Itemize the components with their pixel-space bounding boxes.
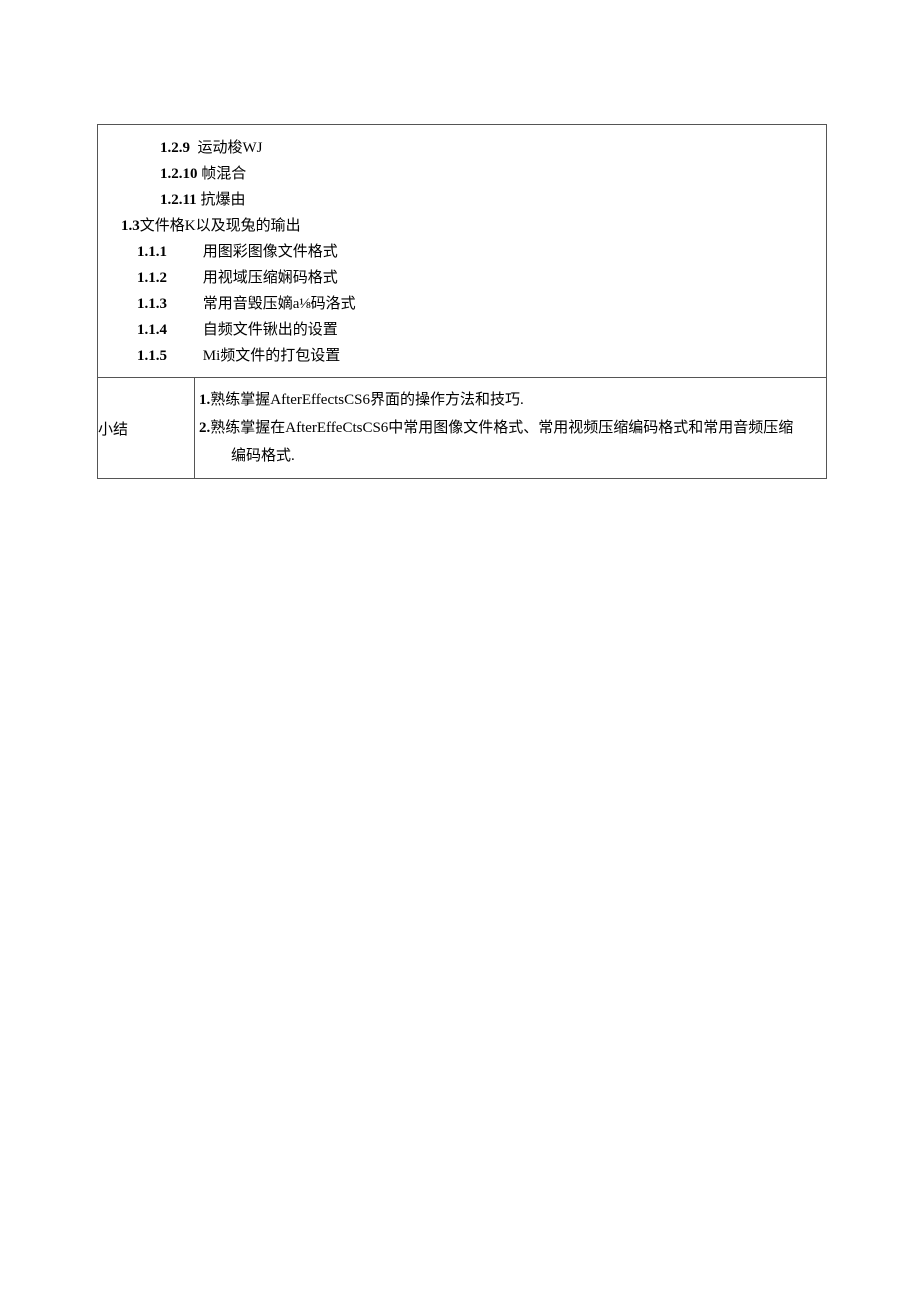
- outline-num: 1.3: [121, 218, 140, 234]
- summary-num: 1.: [199, 392, 210, 408]
- outline-item: 1.3文件格K以及现兔的瑜出: [98, 213, 826, 239]
- summary-body-cell: 1.熟练掌握AfterEffectsCS6界面的操作方法和技巧. 2.熟练掌握在…: [195, 378, 827, 479]
- outline-num: 1.1.4: [98, 317, 199, 343]
- outline-text: 用视域压缩娴码格式: [203, 265, 338, 291]
- outline-text: 常用音毁压嫡a⅛码洛式: [203, 291, 356, 317]
- summary-line-continued: 编码格式.: [199, 442, 820, 470]
- outline-item: 1.1.3 常用音毁压嫡a⅛码洛式: [98, 291, 826, 317]
- outline-num: 1.2.11: [160, 192, 197, 208]
- summary-label-cell: 小结: [98, 378, 195, 479]
- outline-num: 1.1.1: [98, 239, 199, 265]
- document-table: 1.2.9 运动梭WJ 1.2.10 帧混合 1.2.11 抗爆由 1.3文件格…: [97, 124, 827, 479]
- summary-text: 熟练掌握在AfterEffeCtsCS6中常用图像文件格式、常用视频压缩编码格式…: [210, 420, 793, 436]
- outline-item: 1.2.11 抗爆由: [98, 187, 826, 213]
- outline-text: 抗爆由: [200, 192, 245, 208]
- outline-item: 1.1.1 用图彩图像文件格式: [98, 239, 826, 265]
- outline-num: 1.1.3: [98, 291, 199, 317]
- summary-line: 1.熟练掌握AfterEffectsCS6界面的操作方法和技巧.: [199, 386, 820, 414]
- outline-item: 1.2.9 运动梭WJ: [98, 135, 826, 161]
- outline-item: 1.1.4 自频文件锹出的设置: [98, 317, 826, 343]
- summary-text: 熟练掌握AfterEffectsCS6界面的操作方法和技巧.: [210, 392, 523, 408]
- outline-num: 1.1.5: [98, 343, 199, 369]
- outline-text: 运动梭WJ: [198, 140, 263, 156]
- outline-num: 1.2.10: [160, 166, 198, 182]
- outline-item: 1.1.5 Mi频文件的打包设置: [98, 343, 826, 369]
- outline-text: 自频文件锹出的设置: [203, 317, 338, 343]
- outline-num: 1.1.2: [98, 265, 199, 291]
- outline-item: 1.1.2 用视域压缩娴码格式: [98, 265, 826, 291]
- summary-num: 2.: [199, 420, 210, 436]
- outline-text: 文件格K以及现兔的瑜出: [140, 218, 301, 234]
- outline-cell: 1.2.9 运动梭WJ 1.2.10 帧混合 1.2.11 抗爆由 1.3文件格…: [98, 125, 827, 378]
- outline-item: 1.2.10 帧混合: [98, 161, 826, 187]
- summary-line: 2.熟练掌握在AfterEffeCtsCS6中常用图像文件格式、常用视频压缩编码…: [199, 414, 820, 442]
- outline-text: 帧混合: [201, 166, 246, 182]
- outline-num: 1.2.9: [160, 140, 190, 156]
- outline-text: 用图彩图像文件格式: [203, 239, 338, 265]
- summary-label: 小结: [98, 422, 128, 438]
- outline-text: Mi频文件的打包设置: [203, 343, 341, 369]
